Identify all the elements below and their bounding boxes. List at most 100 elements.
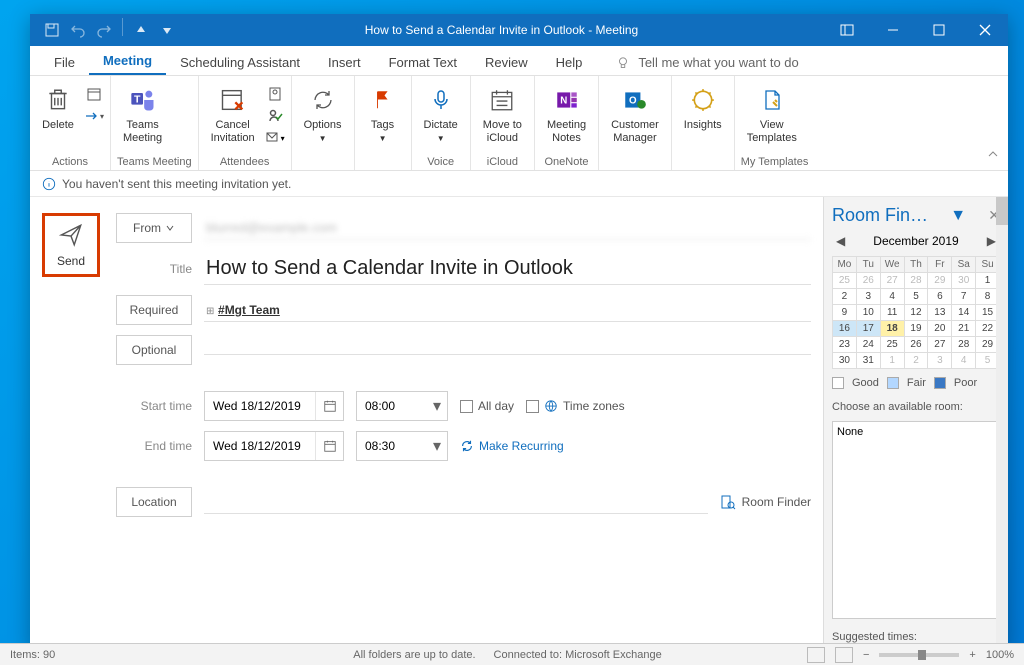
cal-day[interactable]: 30	[833, 353, 857, 369]
cal-day[interactable]: 17	[857, 321, 881, 337]
tab-review[interactable]: Review	[471, 49, 542, 75]
maximize-button[interactable]	[916, 14, 962, 46]
view-normal-icon[interactable]	[807, 647, 825, 663]
room-finder-button[interactable]: Room Finder	[720, 494, 811, 510]
cal-day[interactable]: 28	[952, 337, 976, 353]
cal-day[interactable]: 25	[833, 273, 857, 289]
cal-day[interactable]: 28	[905, 273, 929, 289]
cal-day[interactable]: 27	[881, 273, 905, 289]
cal-day[interactable]: 23	[833, 337, 857, 353]
cal-day[interactable]: 25	[881, 337, 905, 353]
view-reading-icon[interactable]	[835, 647, 853, 663]
tell-me-search[interactable]: Tell me what you want to do	[616, 55, 798, 75]
chevron-down-icon[interactable]: ▾	[427, 392, 447, 420]
start-time-picker[interactable]: ▾	[356, 391, 448, 421]
cal-day[interactable]: 10	[857, 305, 881, 321]
cal-day[interactable]: 24	[857, 337, 881, 353]
redo-icon[interactable]	[92, 18, 116, 42]
check-names-icon[interactable]	[265, 106, 285, 126]
cal-day[interactable]: 5	[905, 289, 929, 305]
start-date-picker[interactable]	[204, 391, 344, 421]
cal-day[interactable]: 26	[905, 337, 929, 353]
undo-icon[interactable]	[66, 18, 90, 42]
cal-day[interactable]: 16	[833, 321, 857, 337]
cal-day[interactable]: 30	[952, 273, 976, 289]
location-input[interactable]	[204, 490, 708, 514]
cal-day[interactable]: 19	[905, 321, 929, 337]
save-icon[interactable]	[40, 18, 64, 42]
required-button[interactable]: Required	[116, 295, 192, 325]
cal-day[interactable]: 9	[833, 305, 857, 321]
cal-day[interactable]: 2	[833, 289, 857, 305]
cal-day[interactable]: 6	[928, 289, 952, 305]
calendar-icon[interactable]	[315, 432, 343, 460]
cal-day[interactable]: 20	[928, 321, 952, 337]
available-rooms-list[interactable]: None	[832, 421, 1000, 619]
tab-scheduling-assistant[interactable]: Scheduling Assistant	[166, 49, 314, 75]
up-icon[interactable]	[129, 18, 153, 42]
ribbon-display-icon[interactable]	[824, 14, 870, 46]
meeting-notes-button[interactable]: N Meeting Notes	[541, 80, 592, 149]
end-date-picker[interactable]	[204, 431, 344, 461]
scrollbar-thumb[interactable]	[996, 197, 1008, 225]
customer-manager-button[interactable]: O Customer Manager	[605, 80, 665, 149]
all-day-checkbox[interactable]: All day	[460, 399, 514, 413]
cal-day[interactable]: 31	[857, 353, 881, 369]
end-time-picker[interactable]: ▾	[356, 431, 448, 461]
chevron-down-icon[interactable]: ▾	[427, 432, 447, 460]
tab-meeting[interactable]: Meeting	[89, 47, 166, 75]
cal-day[interactable]: 21	[952, 321, 976, 337]
tags-button[interactable]: Tags▼	[361, 80, 405, 149]
start-time-input[interactable]	[357, 394, 427, 418]
delete-button[interactable]: Delete	[36, 80, 80, 136]
cal-day[interactable]: 12	[905, 305, 929, 321]
location-button[interactable]: Location	[116, 487, 192, 517]
response-options-icon[interactable]: ▾	[265, 128, 285, 148]
cal-day[interactable]: 14	[952, 305, 976, 321]
end-date-input[interactable]	[205, 434, 315, 458]
send-button[interactable]: Send	[42, 213, 100, 277]
tab-format-text[interactable]: Format Text	[375, 49, 471, 75]
tab-file[interactable]: File	[40, 49, 89, 75]
close-button[interactable]	[962, 14, 1008, 46]
required-field[interactable]: ⊞ #Mgt Team	[204, 298, 811, 322]
cal-day[interactable]: 4	[881, 289, 905, 305]
make-recurring-link[interactable]: Make Recurring	[460, 439, 564, 453]
cal-day[interactable]: 3	[928, 353, 952, 369]
cal-day[interactable]: 1	[881, 353, 905, 369]
cancel-invitation-button[interactable]: Cancel Invitation	[205, 80, 261, 149]
cal-day[interactable]: 27	[928, 337, 952, 353]
insights-button[interactable]: Insights	[678, 80, 728, 136]
cal-day[interactable]: 3	[857, 289, 881, 305]
cal-day[interactable]: 11	[881, 305, 905, 321]
room-pane-dropdown-icon[interactable]: ▼	[950, 207, 966, 225]
optional-button[interactable]: Optional	[116, 335, 192, 365]
cal-day[interactable]: 4	[952, 353, 976, 369]
zoom-slider[interactable]	[879, 653, 959, 657]
prev-month-icon[interactable]: ◀	[836, 234, 845, 248]
cal-day[interactable]: 29	[928, 273, 952, 289]
end-time-input[interactable]	[357, 434, 427, 458]
options-button[interactable]: Options▼	[298, 80, 348, 149]
time-zones-checkbox[interactable]: Time zones	[526, 399, 625, 413]
tab-insert[interactable]: Insert	[314, 49, 375, 75]
cal-day[interactable]: 18	[881, 321, 905, 337]
address-book-icon[interactable]	[265, 84, 285, 104]
optional-field[interactable]	[204, 346, 811, 355]
down-icon[interactable]	[155, 18, 179, 42]
tab-help[interactable]: Help	[542, 49, 597, 75]
next-month-icon[interactable]: ▶	[987, 234, 996, 248]
cal-day[interactable]: 13	[928, 305, 952, 321]
move-to-icloud-button[interactable]: Move to iCloud	[477, 80, 528, 149]
calendar-small-icon[interactable]	[84, 84, 104, 104]
dictate-button[interactable]: Dictate▼	[418, 80, 464, 149]
cal-day[interactable]: 2	[905, 353, 929, 369]
calendar-icon[interactable]	[315, 392, 343, 420]
forward-small-icon[interactable]: ▾	[84, 106, 104, 126]
collapse-ribbon-icon[interactable]	[986, 147, 1000, 166]
start-date-input[interactable]	[205, 394, 315, 418]
teams-meeting-button[interactable]: T Teams Meeting	[117, 80, 168, 149]
view-templates-button[interactable]: View Templates	[741, 80, 803, 149]
minimize-button[interactable]	[870, 14, 916, 46]
cal-day[interactable]: 26	[857, 273, 881, 289]
